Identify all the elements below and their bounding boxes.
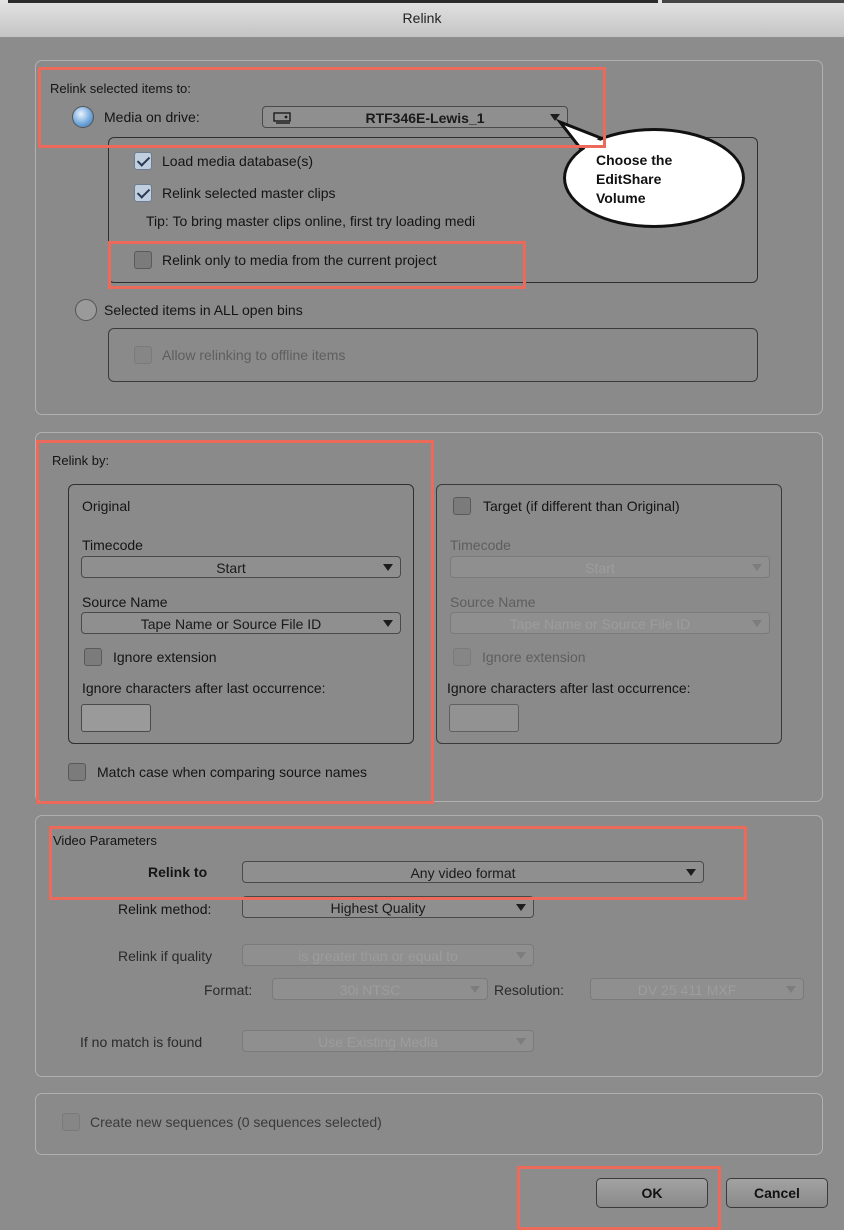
chevron-down-icon <box>470 986 480 993</box>
relink-quality-value: is greater than or equal to <box>298 948 458 964</box>
relink-quality-dropdown[interactable]: is greater than or equal to <box>242 944 534 966</box>
allow-offline-checkbox[interactable] <box>134 346 152 364</box>
highlight-relink-target <box>38 67 606 148</box>
selected-bins-radio[interactable] <box>75 299 97 321</box>
target-ignore-ext-label: Ignore extension <box>482 649 586 665</box>
resolution-label: Resolution: <box>494 982 565 998</box>
target-timecode-label: Timecode <box>450 537 511 553</box>
chevron-down-icon <box>786 986 796 993</box>
format-dropdown[interactable]: 30i NTSC <box>272 978 488 1000</box>
selected-bins-label: Selected items in ALL open bins <box>104 302 303 318</box>
target-source-name-value: Tape Name or Source File ID <box>509 616 691 632</box>
chevron-down-icon <box>516 904 526 911</box>
highlight-ok-button <box>517 1166 721 1230</box>
no-match-value: Use Existing Media <box>318 1034 438 1050</box>
no-match-label: If no match is found <box>80 1034 203 1050</box>
highlight-relink-project <box>108 241 526 289</box>
format-label: Format: <box>204 982 253 998</box>
target-timecode-value: Start <box>585 560 615 576</box>
chevron-down-icon <box>752 620 762 627</box>
target-checkbox[interactable] <box>453 497 471 515</box>
no-match-dropdown[interactable]: Use Existing Media <box>242 1030 534 1052</box>
target-source-name-label: Source Name <box>450 594 536 610</box>
target-timecode-dropdown[interactable]: Start <box>450 556 770 578</box>
relink-method-value: Highest Quality <box>330 900 426 916</box>
relink-quality-label: Relink if quality <box>118 948 213 964</box>
target-ignore-chars-input[interactable] <box>449 704 519 732</box>
target-source-name-dropdown[interactable]: Tape Name or Source File ID <box>450 612 770 634</box>
target-ignore-ext-checkbox[interactable] <box>453 648 471 666</box>
cancel-button[interactable]: Cancel <box>726 1178 828 1208</box>
resolution-value: DV 25 411 MXF <box>637 982 737 998</box>
create-sequences-checkbox[interactable] <box>62 1113 80 1131</box>
format-value: 30i NTSC <box>339 982 401 998</box>
highlight-video-params <box>49 826 747 900</box>
chevron-down-icon <box>516 1038 526 1045</box>
target-ignore-chars-label: Ignore characters after last occurrence: <box>447 680 691 696</box>
chevron-down-icon <box>752 564 762 571</box>
chevron-down-icon <box>516 952 526 959</box>
relink-method-label: Relink method: <box>118 901 212 917</box>
allow-offline-label: Allow relinking to offline items <box>162 347 346 363</box>
resolution-dropdown[interactable]: DV 25 411 MXF <box>590 978 804 1000</box>
highlight-relink-by <box>36 440 434 804</box>
target-title: Target (if different than Original) <box>483 498 680 514</box>
create-sequences-label: Create new sequences (0 sequences select… <box>90 1114 382 1130</box>
relink-dialog: Relink Relink selected items to: Media o… <box>0 0 844 1230</box>
